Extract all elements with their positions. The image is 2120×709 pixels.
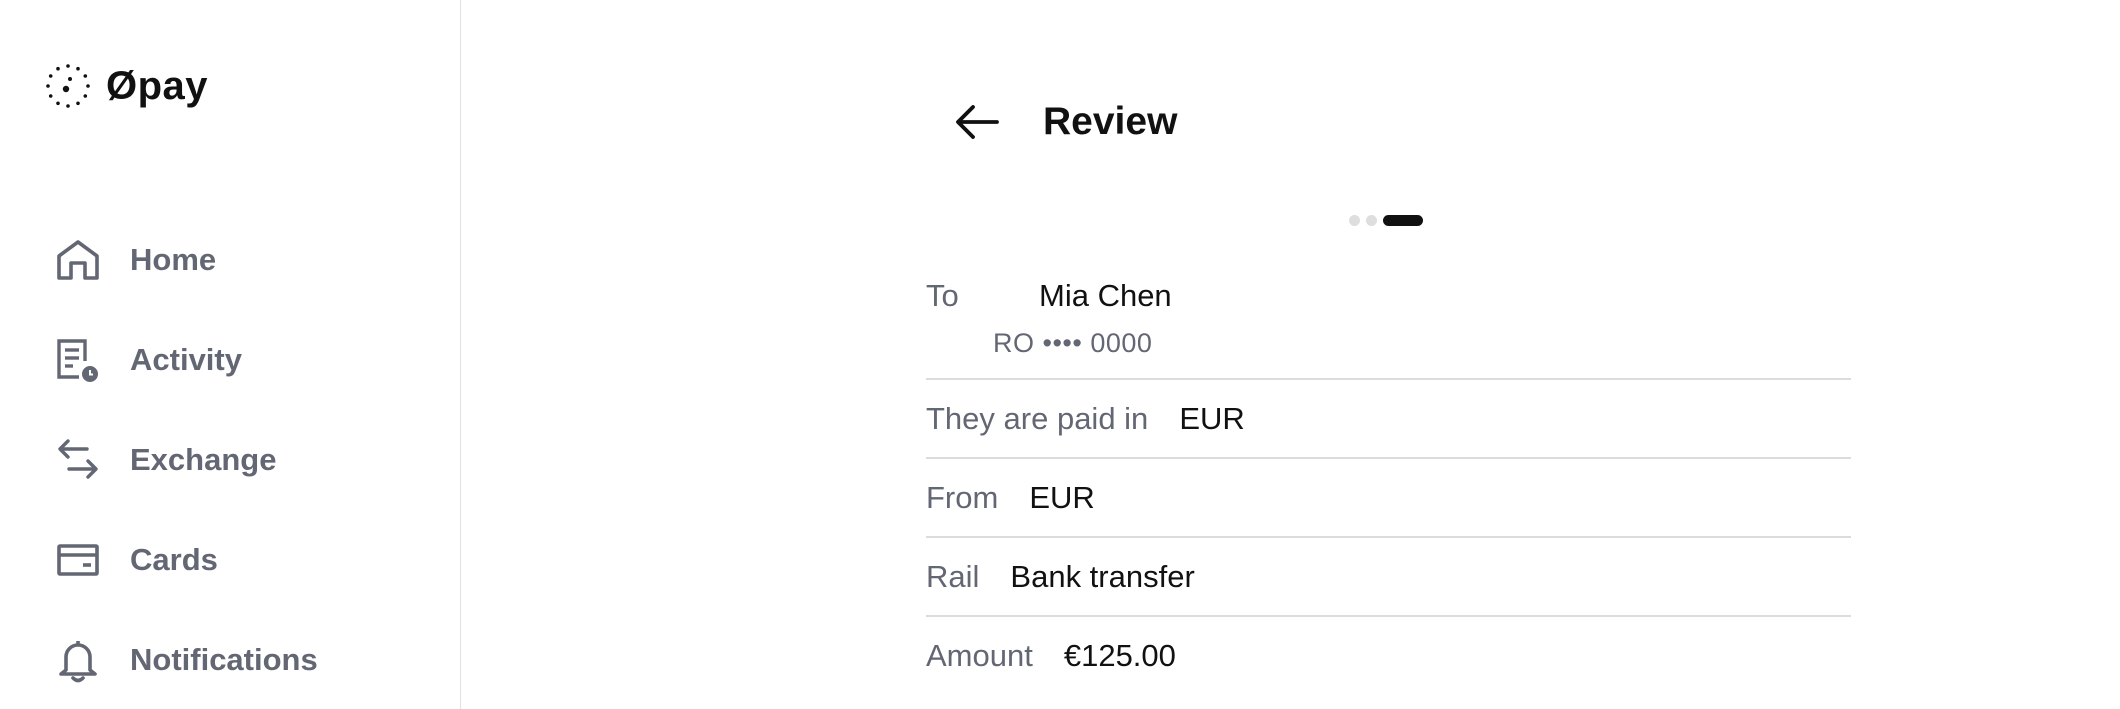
- paid-in-value: EUR: [1179, 400, 1245, 436]
- review-header: Review: [947, 92, 1177, 152]
- amount-label: Amount: [926, 637, 1033, 673]
- to-label: To: [926, 278, 959, 313]
- recipient-row: To Mia Chen RO •••• 0000: [926, 260, 1851, 380]
- step-dot: [1366, 215, 1377, 226]
- sidebar: Øpay Home Activity Exchange Cards Notifi…: [0, 0, 461, 709]
- paid-in-row: They are paid in EUR: [926, 380, 1851, 459]
- sidebar-item-label: Cards: [130, 542, 218, 577]
- sidebar-item-exchange[interactable]: Exchange: [54, 410, 318, 510]
- sidebar-item-label: Home: [130, 242, 217, 277]
- step-dot: [1349, 215, 1360, 226]
- sidebar-nav: Home Activity Exchange Cards Notificatio…: [54, 210, 318, 709]
- sidebar-item-label: Activity: [130, 342, 242, 377]
- from-value: EUR: [1029, 479, 1095, 515]
- home-icon: [54, 236, 102, 284]
- sidebar-item-label: Exchange: [130, 442, 277, 477]
- arrow-left-icon: [956, 105, 999, 139]
- card-icon: [54, 536, 102, 584]
- main-content: Review To Mia Chen RO •••• 0000 They are…: [461, 0, 2120, 709]
- dotted-circle-logo-icon: [46, 64, 90, 108]
- rail-label: Rail: [926, 558, 980, 594]
- from-label: From: [926, 479, 999, 515]
- app-root: Øpay Home Activity Exchange Cards Notifi…: [0, 0, 2120, 709]
- activity-icon: [54, 336, 102, 384]
- rail-row: Rail Bank transfer: [926, 538, 1851, 617]
- recipient-account: RO •••• 0000: [993, 328, 1153, 358]
- sidebar-item-activity[interactable]: Activity: [54, 310, 318, 410]
- sidebar-item-notifications[interactable]: Notifications: [54, 610, 318, 709]
- page-title: Review: [1043, 100, 1178, 143]
- step-indicator: [1349, 215, 1423, 226]
- sidebar-item-cards[interactable]: Cards: [54, 510, 318, 610]
- paid-in-label: They are paid in: [926, 400, 1149, 436]
- brand-name: Øpay: [106, 63, 209, 108]
- bell-icon: [54, 636, 102, 684]
- brand[interactable]: Øpay: [44, 62, 208, 110]
- amount-value: €125.00: [1063, 637, 1176, 673]
- sidebar-item-home[interactable]: Home: [54, 210, 318, 310]
- from-row: From EUR: [926, 459, 1851, 538]
- rail-value: Bank transfer: [1010, 558, 1195, 594]
- step-dot-active: [1383, 215, 1423, 226]
- review-details: To Mia Chen RO •••• 0000 They are paid i…: [926, 260, 1851, 694]
- back-button[interactable]: [947, 92, 1007, 152]
- exchange-icon: [54, 436, 102, 484]
- amount-row: Amount €125.00: [926, 617, 1851, 694]
- recipient-name: Mia Chen: [1039, 278, 1172, 313]
- sidebar-item-label: Notifications: [130, 642, 318, 677]
